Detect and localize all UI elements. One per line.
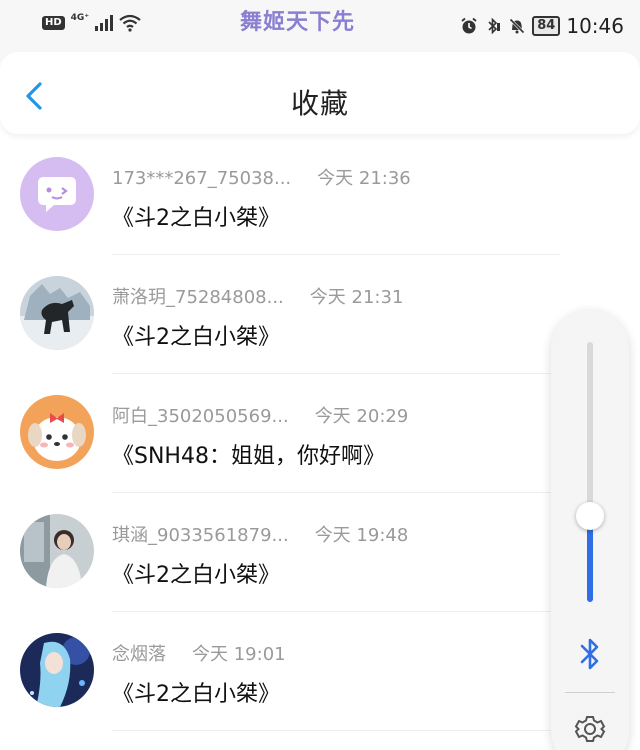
item-time: 今天 20:29 bbox=[314, 406, 409, 427]
panel-divider bbox=[565, 692, 615, 693]
list-item[interactable]: 念烟落 今天 19:01 《斗2之白小桀》 bbox=[0, 612, 560, 731]
volume-knob[interactable] bbox=[576, 502, 604, 531]
header-card: 收藏 bbox=[0, 52, 640, 134]
item-meta: 阿白_3502050569... 今天 20:29 bbox=[112, 402, 408, 428]
user-name: 念烟落 bbox=[112, 644, 166, 665]
watermark-text: 舞姬天下先 bbox=[240, 10, 356, 35]
network-type: 4G⁺ bbox=[70, 13, 90, 23]
chat-bubble-avatar bbox=[20, 157, 94, 231]
item-meta: 173***267_75038... 今天 21:36 bbox=[112, 164, 411, 190]
wifi-icon bbox=[119, 14, 141, 32]
list-item[interactable]: 173***267_75038... 今天 21:36 《斗2之白小桀》 bbox=[0, 136, 560, 255]
item-title: 《SNH48：姐姐，你好啊》 bbox=[112, 444, 385, 469]
bluetooth-status-icon bbox=[488, 17, 501, 35]
status-time: 10:46 bbox=[566, 14, 624, 38]
list-item[interactable]: 萧洛玥_75284808... 今天 21:31 《斗2之白小桀》 bbox=[0, 255, 560, 374]
item-title: 《斗2之白小桀》 bbox=[112, 325, 280, 350]
girl-photo-avatar bbox=[20, 514, 94, 588]
item-meta: 念烟落 今天 19:01 bbox=[112, 640, 286, 666]
user-name: 173***267_75038... bbox=[112, 168, 292, 189]
user-name: 阿白_3502050569... bbox=[112, 406, 289, 427]
item-time: 今天 19:01 bbox=[192, 644, 286, 665]
mute-bell-icon bbox=[509, 18, 525, 34]
item-time: 今天 21:36 bbox=[317, 168, 411, 189]
item-title: 《斗2之白小桀》 bbox=[112, 682, 280, 707]
page-title: 收藏 bbox=[290, 87, 349, 120]
bluetooth-icon[interactable] bbox=[575, 635, 605, 673]
list-item[interactable]: 琪涵_9033561879... 今天 19:48 《斗2之白小桀》 bbox=[0, 493, 560, 612]
item-meta: 萧洛玥_75284808... 今天 21:31 bbox=[112, 283, 403, 309]
status-left: HD 4G⁺ bbox=[42, 13, 141, 32]
volume-panel bbox=[551, 310, 629, 750]
cartoon-dog-avatar bbox=[20, 395, 94, 469]
user-name: 琪涵_9033561879... bbox=[112, 525, 289, 546]
status-right: 84 10:46 bbox=[460, 14, 624, 38]
header-bar: 收藏 bbox=[0, 52, 640, 134]
anime-avatar bbox=[20, 633, 94, 707]
divider bbox=[112, 730, 560, 731]
user-name: 萧洛玥_75284808... bbox=[112, 287, 284, 308]
item-meta: 琪涵_9033561879... 今天 19:48 bbox=[112, 521, 408, 547]
list-item[interactable]: 阿白_3502050569... 今天 20:29 《SNH48：姐姐，你好啊》 bbox=[0, 374, 560, 493]
favorites-list: 173***267_75038... 今天 21:36 《斗2之白小桀》 萧洛玥_… bbox=[0, 136, 560, 731]
signal-icon bbox=[95, 15, 114, 31]
volume-slider[interactable] bbox=[587, 342, 593, 602]
item-time: 今天 19:48 bbox=[314, 525, 409, 546]
alarm-icon bbox=[461, 17, 477, 34]
hd-badge: HD bbox=[42, 16, 65, 30]
battery-indicator: 84 bbox=[532, 16, 561, 36]
item-title: 《斗2之白小桀》 bbox=[112, 563, 280, 588]
status-bar: HD 4G⁺ 舞姬天下先 84 10:46 bbox=[0, 0, 640, 52]
gear-icon[interactable] bbox=[573, 712, 607, 746]
item-time: 今天 21:31 bbox=[309, 287, 404, 308]
item-title: 《斗2之白小桀》 bbox=[112, 206, 280, 231]
wolf-avatar bbox=[20, 276, 94, 350]
